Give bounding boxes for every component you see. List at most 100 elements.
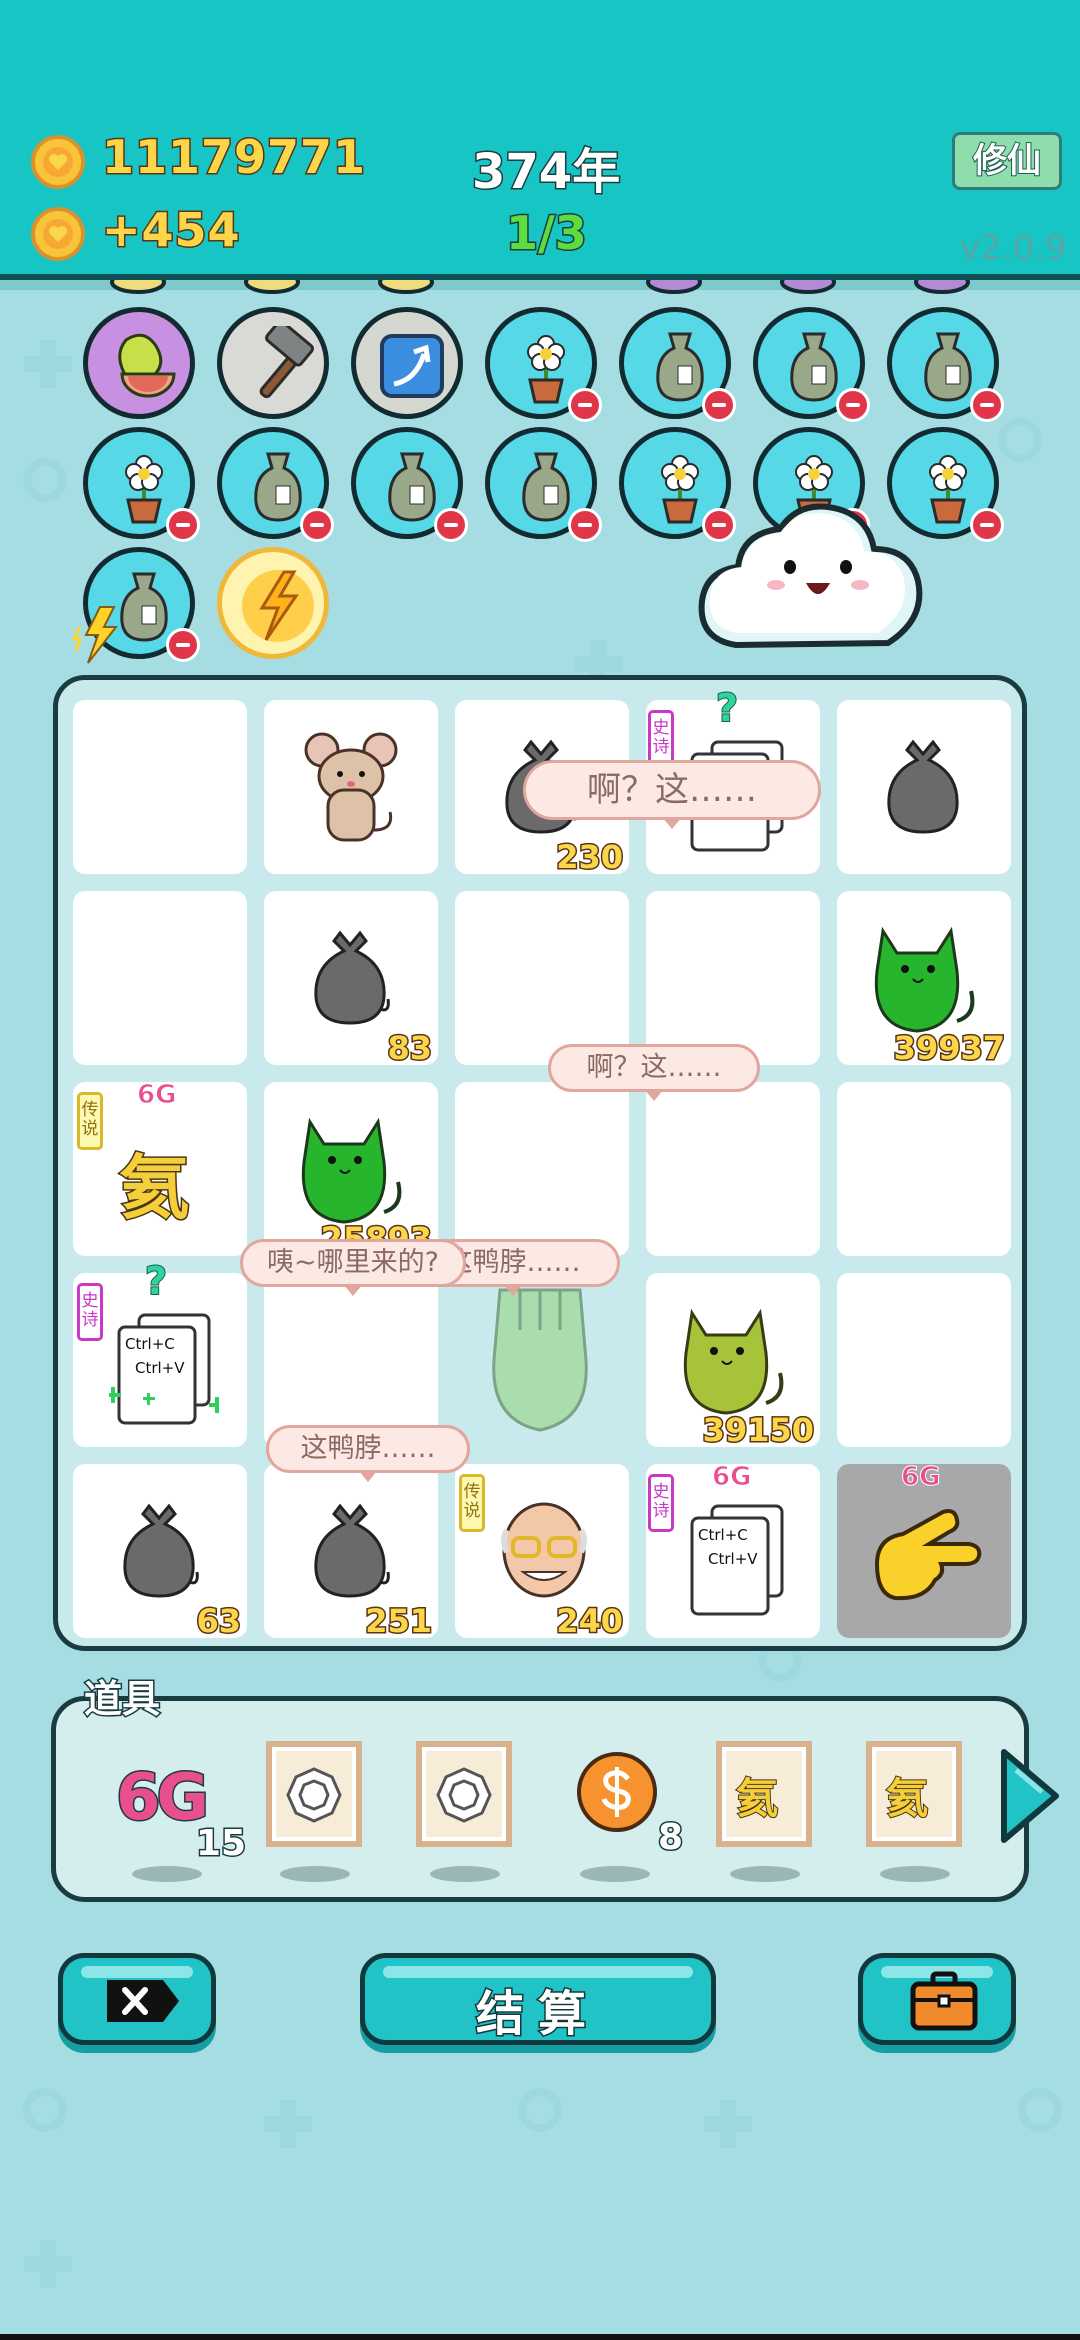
cultivate-button[interactable]: 修仙 xyxy=(952,132,1062,190)
cell-value: 230 xyxy=(555,837,625,878)
stage-progress: 1/3 xyxy=(505,205,589,262)
cell-value: 39150 xyxy=(701,1410,815,1451)
remove-skill-button[interactable] xyxy=(970,508,1004,542)
item-coin[interactable]: 8 xyxy=(576,1751,685,1860)
skill-trash-bag[interactable] xyxy=(217,427,334,542)
board-cell-green-cat[interactable]: 25893 xyxy=(264,1082,438,1260)
board-cell-old-man[interactable]: 传说 240 xyxy=(455,1464,629,1642)
board-cell-helium[interactable]: 传说 6G 氦 xyxy=(73,1080,247,1256)
skill-trash-bag[interactable] xyxy=(619,307,736,422)
skill-flower-pot[interactable] xyxy=(83,427,200,542)
remove-skill-button[interactable] xyxy=(702,388,736,422)
speech-bubble: 啊？这…… xyxy=(523,760,821,829)
board-cell-copy-paste[interactable]: 史诗 6G Ctrl+C Ctrl+V xyxy=(646,1462,820,1638)
board-cell-empty[interactable] xyxy=(837,1082,1011,1256)
speech-bubble: 咦~哪里来的? xyxy=(240,1239,466,1296)
item-shadow xyxy=(880,1866,950,1882)
item-bagua[interactable] xyxy=(416,1741,512,1847)
item-shadow xyxy=(430,1866,500,1882)
skill-trash-bag[interactable] xyxy=(887,307,1004,422)
skill-flower-pot[interactable] xyxy=(485,307,602,422)
board-cell-empty[interactable] xyxy=(73,891,247,1065)
items-panel: 6G 15 8 氦 氦 xyxy=(51,1696,1029,1902)
ghost-hand-icon xyxy=(492,1288,588,1432)
board-cell-trash[interactable]: 63 xyxy=(73,1464,247,1642)
skill-row-partial xyxy=(110,280,970,294)
coin-income: +454 xyxy=(101,202,242,259)
skill-trash-bag[interactable] xyxy=(753,307,870,422)
unknown-mark: ? xyxy=(144,1258,168,1304)
board-cell-empty[interactable] xyxy=(646,891,820,1065)
board-cell-trash[interactable]: 251 xyxy=(264,1464,438,1642)
item-6g[interactable]: 6G 15 xyxy=(114,1751,247,1866)
item-helium[interactable]: 氦 xyxy=(716,1741,812,1847)
cell-value: 83 xyxy=(386,1028,434,1069)
cell-value: 39937 xyxy=(892,1028,1006,1069)
remove-skill-button[interactable] xyxy=(970,388,1004,422)
item-shadow xyxy=(730,1866,800,1882)
heart-coin-icon xyxy=(31,207,85,261)
item-bagua[interactable] xyxy=(266,1741,362,1847)
remove-skill-button[interactable] xyxy=(568,388,602,422)
remove-skill-button[interactable] xyxy=(166,508,200,542)
skill-lightning-orb[interactable] xyxy=(217,547,329,659)
6g-item-label: 6G xyxy=(114,1760,210,1837)
remove-skill-button[interactable] xyxy=(434,508,468,542)
board-cell-pointing-hand[interactable]: 6G xyxy=(837,1462,1011,1638)
pointing-hand-icon xyxy=(874,1509,982,1601)
green-cat-icon xyxy=(301,1117,402,1224)
board-cell-copy-paste[interactable]: 史诗 ? Ctrl+C Ctrl+V xyxy=(73,1258,247,1447)
board-cell-empty[interactable] xyxy=(837,1273,1011,1447)
item-shadow xyxy=(132,1866,202,1882)
lightning-icon xyxy=(71,606,119,664)
legendary-tag: 传说 xyxy=(77,1092,103,1150)
chevron-right-icon[interactable] xyxy=(998,1746,1062,1846)
6g-badge: 6G xyxy=(136,1080,177,1111)
version-label: v2.0.9 xyxy=(960,228,1067,268)
quit-button[interactable] xyxy=(58,1953,216,2045)
board-cell-mouse[interactable] xyxy=(264,700,438,874)
skill-trash-bag[interactable] xyxy=(351,427,468,542)
board-cell-trash[interactable] xyxy=(837,700,1011,874)
green-cat-icon xyxy=(874,926,975,1033)
board-cell-empty[interactable] xyxy=(264,1273,438,1447)
grapefruit-icon xyxy=(118,333,176,398)
item-count: 15 xyxy=(194,1822,247,1866)
board-cell-empty[interactable] xyxy=(646,1082,820,1256)
helium-element: 氦 xyxy=(885,1773,929,1824)
remove-skill-button[interactable] xyxy=(300,508,334,542)
item-count: 8 xyxy=(656,1816,684,1860)
skill-grapefruit[interactable] xyxy=(83,307,195,419)
board-cell-trash[interactable]: 83 xyxy=(264,891,438,1069)
trash-bag-icon xyxy=(314,930,390,1025)
mouse-icon xyxy=(304,732,398,842)
upgrade-arrow-icon xyxy=(380,334,444,398)
skill-upgrade[interactable] xyxy=(351,307,463,419)
remove-skill-button[interactable] xyxy=(836,388,870,422)
board-cell-empty[interactable] xyxy=(455,891,629,1065)
ctrl-c-label: Ctrl+C xyxy=(698,1526,748,1544)
heart-coin-icon xyxy=(31,135,85,189)
skill-hammer[interactable] xyxy=(217,307,329,419)
dollar-coin-icon xyxy=(577,1752,657,1832)
helium-element: 氦 xyxy=(118,1146,191,1231)
board-cell-yellow-cat[interactable]: 39150 xyxy=(646,1273,820,1451)
board-cell-green-cat[interactable]: 39937 xyxy=(837,891,1011,1069)
close-icon xyxy=(107,1980,179,2022)
cloud-mascot xyxy=(698,503,923,649)
board-cell-empty[interactable] xyxy=(73,700,247,874)
remove-skill-button[interactable] xyxy=(166,628,200,662)
cell-value: 240 xyxy=(555,1601,625,1642)
settle-label: 结算 xyxy=(474,1985,600,2044)
settle-button[interactable]: 结算 xyxy=(360,1953,716,2045)
ctrl-c-label: Ctrl+C xyxy=(125,1335,175,1353)
item-helium[interactable]: 氦 xyxy=(866,1741,962,1847)
cell-value: 251 xyxy=(364,1601,434,1642)
cell-value: 63 xyxy=(195,1601,243,1642)
yellow-green-cat-icon xyxy=(683,1308,784,1415)
bag-button[interactable] xyxy=(858,1953,1016,2045)
skill-trash-bag[interactable] xyxy=(485,427,602,542)
remove-skill-button[interactable] xyxy=(568,508,602,542)
board-cell-empty[interactable] xyxy=(455,1082,629,1256)
6g-badge: 6G xyxy=(900,1462,941,1493)
